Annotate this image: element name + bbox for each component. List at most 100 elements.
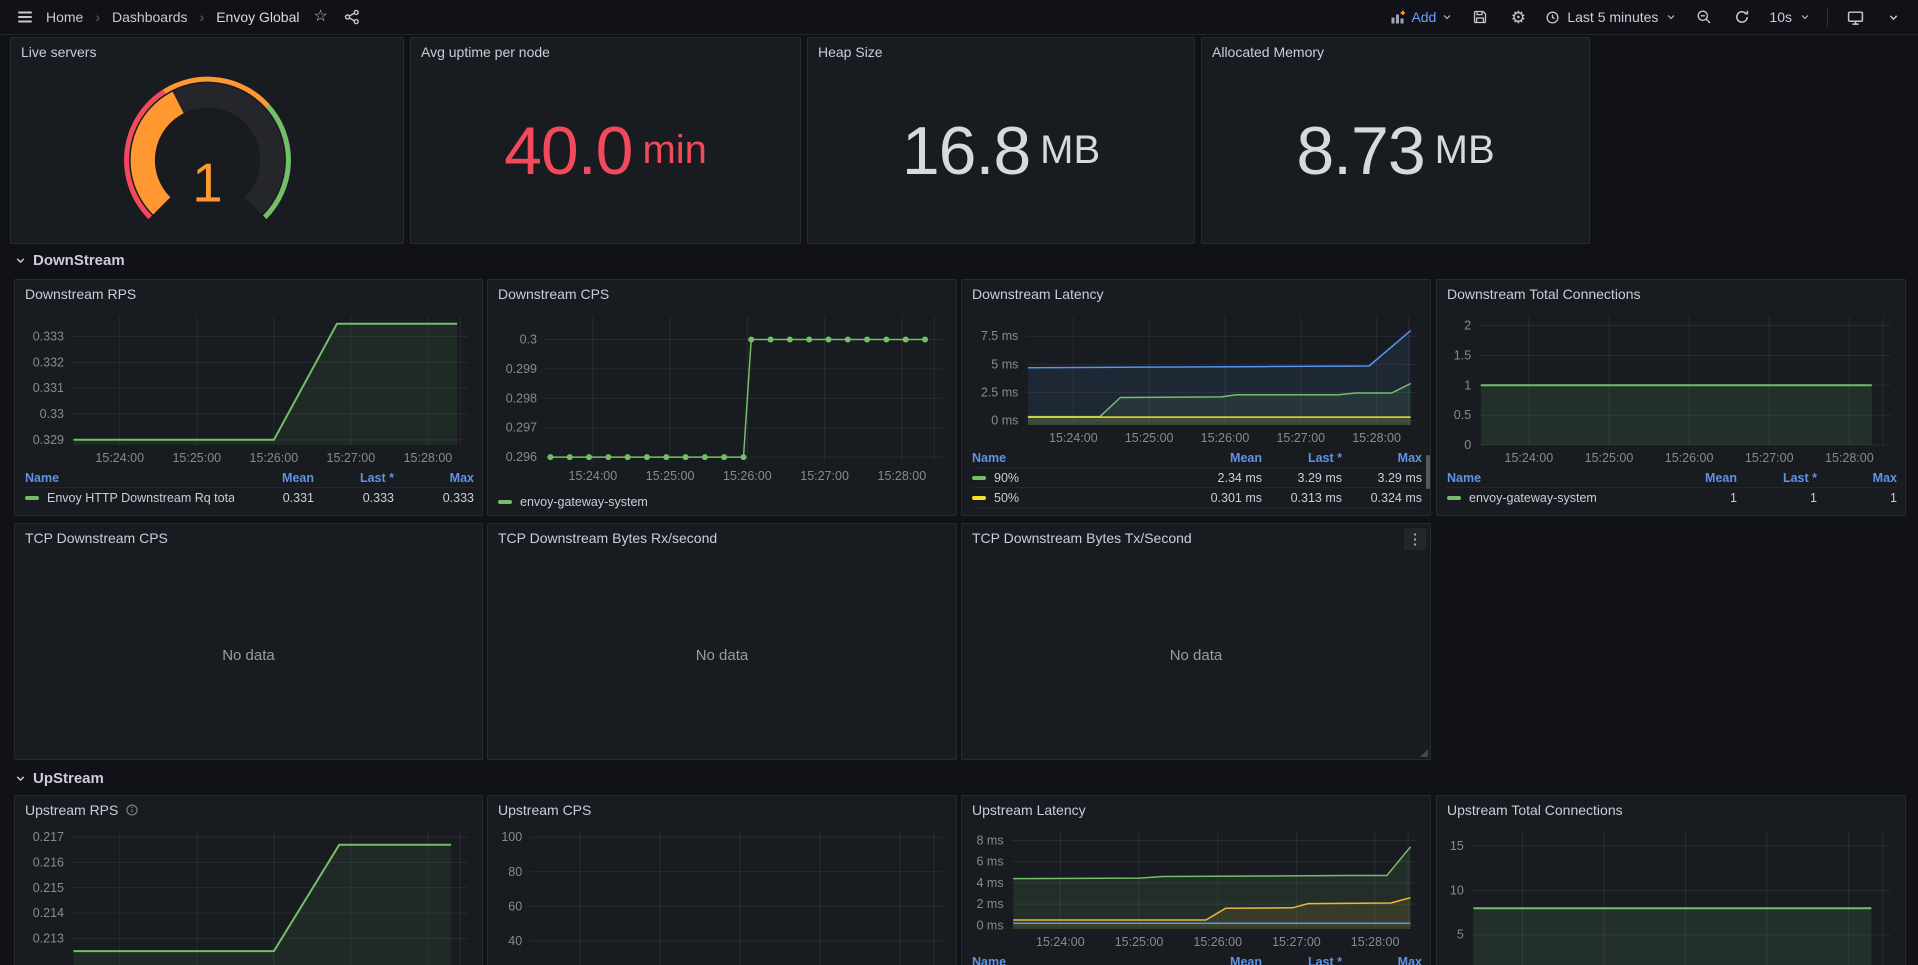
breadcrumb-home[interactable]: Home [46,9,83,25]
tv-mode-icon[interactable] [1844,6,1866,28]
svg-text:2: 2 [1464,319,1471,333]
panel-header[interactable]: TCP Downstream CPS [15,524,482,552]
menu-toggle-button[interactable] [14,6,36,28]
legend-column-mean[interactable]: Mean [1657,471,1737,485]
panel-header[interactable]: Downstream Total Connections [1437,280,1905,308]
legend: NameMeanLast *Max [972,953,1422,965]
panel-header[interactable]: Downstream CPS [488,280,956,308]
legend-column-max[interactable]: Max [394,471,474,485]
legend: NameMeanLast *Maxenvoy-gateway-system111 [1447,469,1897,511]
panel-menu-kebab-icon[interactable]: ⋮ [1404,528,1426,550]
legend-row[interactable]: 90%2.34 ms3.29 ms3.29 ms [972,467,1422,487]
legend-series-name[interactable]: envoy-gateway-system [1447,491,1657,505]
favorite-star-icon[interactable]: ☆ [309,6,331,28]
legend-column-max[interactable]: Max [1342,955,1422,965]
panel-header[interactable]: Upstream CPS [488,796,956,824]
legend-column-max[interactable]: Max [1342,451,1422,465]
svg-text:0.217: 0.217 [33,830,64,844]
panel-header[interactable]: Heap Size [808,38,1194,66]
legend-column-name[interactable]: Name [972,955,1182,965]
legend-value: 0.313 ms [1262,491,1342,505]
svg-text:5: 5 [1457,928,1464,942]
legend-series-label: 99% [994,511,1019,512]
breadcrumb-dashboards[interactable]: Dashboards [112,9,188,25]
gauge-value: 1 [192,152,222,213]
legend-value: 0.333 [314,491,394,505]
legend-row[interactable]: Envoy HTTP Downstream Rq total0.3310.333… [25,487,474,507]
legend-series-name[interactable]: 99% [972,511,1182,512]
panel-title: TCP Downstream CPS [25,530,168,546]
info-icon[interactable] [125,803,139,817]
legend-value: 8 ms [1262,511,1342,512]
upstream-rps-chart[interactable]: 0.2170.2160.2150.2140.213 [19,824,478,965]
panel-header[interactable]: Upstream Total Connections [1437,796,1905,824]
legend-column-mean[interactable]: Mean [1182,451,1262,465]
refresh-interval-picker[interactable]: 10s [1769,9,1811,25]
legend-value: 3.29 ms [1262,471,1342,485]
panel-header[interactable]: Upstream RPS [15,796,482,824]
upstream-total-connections-chart[interactable]: 15105 [1441,824,1901,965]
settings-gear-icon[interactable]: ⚙ [1507,6,1529,28]
clock-icon [1545,10,1560,25]
legend-swatch [498,500,512,504]
legend-row[interactable]: 99%4.89 ms8 ms8 ms [972,507,1422,511]
svg-text:5 ms: 5 ms [991,357,1018,371]
chevron-down-icon [1441,11,1453,23]
panel-header[interactable]: Allocated Memory [1202,38,1589,66]
legend-column-name[interactable]: Name [1447,471,1657,485]
legend-item[interactable]: envoy-gateway-system [498,495,648,509]
upstream-cps-chart[interactable]: 100806040 [492,824,952,965]
legend-column-last[interactable]: Last * [1262,451,1342,465]
legend-column-last[interactable]: Last * [314,471,394,485]
chevron-down-icon [14,254,27,267]
panel-header[interactable]: TCP Downstream Bytes Tx/Second [962,524,1430,552]
svg-text:0.214: 0.214 [33,906,64,920]
panel-header[interactable]: Avg uptime per node [411,38,800,66]
legend-column-mean[interactable]: Mean [234,471,314,485]
legend-series-name[interactable]: 90% [972,471,1182,485]
panel-header[interactable]: Live servers [11,38,403,66]
svg-text:40: 40 [508,934,522,948]
legend-row[interactable]: 50%0.301 ms0.313 ms0.324 ms [972,487,1422,507]
legend-column-mean[interactable]: Mean [1182,955,1262,965]
time-range-picker[interactable]: Last 5 minutes [1545,9,1677,25]
section-row-downstream[interactable]: DownStream [14,252,125,269]
share-icon[interactable] [341,6,363,28]
zoom-out-time-icon[interactable] [1693,6,1715,28]
legend-column-max[interactable]: Max [1817,471,1897,485]
chart-svg: 100806040 [492,824,952,965]
panel-header[interactable]: Downstream RPS [15,280,482,308]
svg-text:8 ms: 8 ms [977,833,1004,847]
section-row-upstream[interactable]: UpStream [14,770,104,787]
panel-header[interactable]: Downstream Latency [962,280,1430,308]
legend-column-name[interactable]: Name [972,451,1182,465]
refresh-icon[interactable] [1731,6,1753,28]
legend-column-last[interactable]: Last * [1262,955,1342,965]
panel-header[interactable]: Upstream Latency [962,796,1430,824]
panel-tcp-downstream-bytes-tx: TCP Downstream Bytes Tx/Second ⋮ No data [961,523,1431,760]
save-dashboard-icon[interactable] [1469,6,1491,28]
legend-series-name[interactable]: 50% [972,491,1182,505]
legend-series-name[interactable]: Envoy HTTP Downstream Rq total [25,491,234,505]
panel-title: Live servers [21,44,96,60]
panel-downstream-total-connections: Downstream Total Connections 15:24:0015:… [1436,279,1906,516]
add-panel-button[interactable]: Add [1390,9,1453,25]
svg-text:80: 80 [508,865,522,879]
panel-avg-uptime: Avg uptime per node 40.0 min [410,37,801,244]
svg-text:15:28:00: 15:28:00 [404,451,453,465]
legend-column-last[interactable]: Last * [1737,471,1817,485]
legend-scrollbar[interactable] [1426,455,1430,489]
downstream-cps-chart[interactable]: 15:24:0015:25:0015:26:0015:27:0015:28:00… [492,308,952,487]
upstream-latency-chart[interactable]: 15:24:0015:25:0015:26:0015:27:0015:28:00… [966,824,1426,953]
svg-text:15:28:00: 15:28:00 [1825,451,1874,465]
legend-series-label: envoy-gateway-system [1469,491,1597,505]
legend-row[interactable]: envoy-gateway-system111 [1447,487,1897,507]
legend-header-row: NameMeanLast *Max [1447,469,1897,487]
panel-resize-handle[interactable] [1420,749,1428,757]
downstream-total-connections-chart[interactable]: 15:24:0015:25:0015:26:0015:27:0015:28:00… [1441,308,1901,469]
legend-column-name[interactable]: Name [25,471,234,485]
panel-header[interactable]: TCP Downstream Bytes Rx/second [488,524,956,552]
downstream-rps-chart[interactable]: 15:24:0015:25:0015:26:0015:27:0015:28:00… [19,308,478,469]
chevron-down-icon[interactable] [1882,6,1904,28]
downstream-latency-chart[interactable]: 15:24:0015:25:0015:26:0015:27:0015:28:00… [966,308,1426,449]
